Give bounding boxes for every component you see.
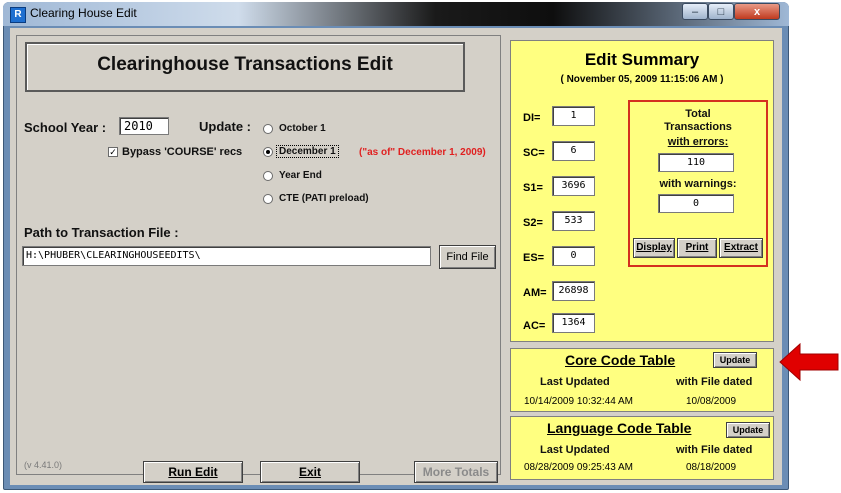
errors-value: 110: [658, 153, 734, 172]
language-last-updated-value: 08/28/2009 09:25:43 AM: [524, 462, 633, 473]
more-totals-button[interactable]: More Totals: [414, 461, 498, 483]
summary-date: ( November 05, 2009 11:15:06 AM ): [560, 74, 724, 85]
path-label: Path to Transaction File :: [24, 225, 179, 240]
summary-title: Edit Summary: [584, 50, 700, 69]
code-label-di: DI=: [523, 112, 541, 124]
find-file-button[interactable]: Find File: [439, 245, 496, 269]
exit-button[interactable]: Exit: [260, 461, 360, 483]
extract-button[interactable]: Extract: [719, 238, 763, 258]
language-last-updated-label: Last Updated: [540, 444, 610, 456]
radio-cte-pati-label[interactable]: CTE (PATI preload): [279, 193, 369, 204]
run-edit-button[interactable]: Run Edit: [143, 461, 243, 483]
print-button[interactable]: Print: [677, 238, 717, 258]
totals-heading-line1: Total: [685, 108, 711, 120]
window-title: Clearing House Edit: [30, 6, 137, 20]
transaction-path-input[interactable]: H:\PHUBER\CLEARINGHOUSEEDITS\: [22, 246, 431, 266]
core-file-dated-value: 10/08/2009: [686, 396, 737, 407]
code-value-s2: 533: [552, 211, 595, 231]
core-table-update-button[interactable]: Update: [713, 352, 757, 368]
as-of-note: ("as of" December 1, 2009): [359, 147, 486, 158]
code-label-sc: SC=: [523, 147, 545, 159]
maximize-button[interactable]: □: [708, 3, 734, 20]
language-table-title: Language Code Table: [547, 420, 692, 436]
school-year-input[interactable]: 2010: [119, 117, 169, 135]
page-title: Clearinghouse Transactions Edit: [97, 54, 393, 75]
code-value-es: 0: [552, 246, 595, 266]
radio-year-end[interactable]: [263, 171, 273, 181]
core-table-title: Core Code Table: [565, 352, 676, 368]
code-value-ac: 1364: [552, 313, 595, 333]
code-value-di: 1: [552, 106, 595, 126]
app-icon: R: [10, 7, 26, 23]
radio-cte-pati[interactable]: [263, 194, 273, 204]
display-button[interactable]: Display: [633, 238, 675, 258]
language-file-dated-label: with File dated: [676, 444, 753, 456]
close-button[interactable]: x: [734, 3, 780, 20]
code-label-s1: S1=: [523, 182, 543, 194]
red-arrow-icon: [779, 342, 839, 382]
bypass-course-label[interactable]: Bypass 'COURSE' recs: [122, 146, 242, 158]
core-last-updated-label: Last Updated: [540, 376, 610, 388]
errors-label: with errors:: [667, 136, 729, 148]
minimize-button[interactable]: –: [682, 3, 708, 20]
bypass-course-checkbox[interactable]: ✓: [108, 147, 118, 157]
code-value-sc: 6: [552, 141, 595, 161]
code-value-am: 26898: [552, 281, 595, 301]
code-label-es: ES=: [523, 252, 545, 264]
radio-october-1[interactable]: [263, 124, 273, 134]
core-file-dated-label: with File dated: [676, 376, 753, 388]
school-year-label: School Year :: [24, 120, 107, 135]
language-table-update-button[interactable]: Update: [726, 422, 770, 438]
radio-october-1-label[interactable]: October 1: [279, 123, 326, 134]
totals-heading-line2: Transactions: [664, 121, 732, 133]
code-label-am: AM=: [523, 287, 547, 299]
warnings-value: 0: [658, 194, 734, 213]
radio-december-1[interactable]: [263, 147, 273, 157]
code-value-s1: 3696: [552, 176, 595, 196]
code-label-s2: S2=: [523, 217, 543, 229]
radio-december-1-label[interactable]: December 1: [276, 145, 339, 158]
version-label: (v 4.41.0): [24, 460, 63, 470]
language-file-dated-value: 08/18/2009: [686, 462, 737, 473]
code-label-ac: AC=: [523, 320, 546, 332]
core-last-updated-value: 10/14/2009 10:32:44 AM: [524, 396, 633, 407]
update-label: Update :: [199, 119, 251, 134]
radio-year-end-label[interactable]: Year End: [279, 170, 322, 181]
warnings-label: with warnings:: [659, 178, 737, 190]
